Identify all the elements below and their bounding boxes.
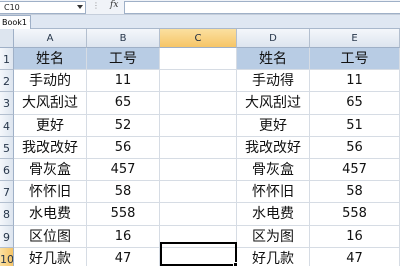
id-cell[interactable]: 11 xyxy=(310,70,400,93)
row-header-7[interactable]: 7 xyxy=(0,181,14,204)
row-header-8[interactable]: 8 xyxy=(0,203,14,226)
column-header-e[interactable]: E xyxy=(310,29,400,48)
empty-cell[interactable] xyxy=(160,70,237,93)
name-cell[interactable]: 骨灰盒 xyxy=(237,159,310,182)
column-header-a[interactable]: A xyxy=(14,29,87,48)
id-cell[interactable]: 51 xyxy=(310,114,400,137)
empty-cell[interactable] xyxy=(160,159,237,182)
name-cell[interactable]: 好几款 xyxy=(14,247,87,266)
name-box-value: C10 xyxy=(4,3,20,12)
row-header-3[interactable]: 3 xyxy=(0,92,14,115)
empty-cell[interactable] xyxy=(160,136,237,159)
id-cell[interactable]: 58 xyxy=(310,181,400,204)
name-cell[interactable]: 好几款 xyxy=(237,247,310,266)
row-header-4[interactable]: 4 xyxy=(0,114,14,137)
name-cell[interactable]: 怀怀旧 xyxy=(14,181,87,204)
name-cell[interactable]: 更好 xyxy=(237,114,310,137)
id-cell[interactable]: 58 xyxy=(87,181,160,204)
id-cell[interactable]: 56 xyxy=(87,136,160,159)
id-cell[interactable]: 558 xyxy=(87,203,160,226)
header-cell[interactable]: 姓名 xyxy=(14,48,87,71)
workbook-tab[interactable]: Book1 * xyxy=(0,15,31,29)
formula-input[interactable] xyxy=(124,1,400,14)
id-cell[interactable]: 16 xyxy=(87,225,160,248)
name-cell[interactable]: 更好 xyxy=(14,114,87,137)
empty-cell[interactable] xyxy=(160,114,237,137)
column-header-d[interactable]: D xyxy=(237,29,310,48)
name-cell[interactable]: 我改改好 xyxy=(237,136,310,159)
select-all-corner[interactable] xyxy=(0,29,14,48)
header-cell[interactable]: 姓名 xyxy=(237,48,310,71)
name-cell[interactable]: 手动的 xyxy=(14,70,87,93)
row-header-1[interactable]: 1 xyxy=(0,48,14,71)
row-header-6[interactable]: 6 xyxy=(0,159,14,182)
name-cell[interactable]: 水电费 xyxy=(14,203,87,226)
fill-handle[interactable] xyxy=(233,262,238,266)
id-cell[interactable]: 56 xyxy=(310,136,400,159)
active-cell-selection[interactable] xyxy=(160,242,237,266)
id-cell[interactable]: 457 xyxy=(87,159,160,182)
spreadsheet-grid: ABCDE 1 2 3 4 5 6 7 8 9 10 姓名 工号 手动的 11 大风刮过 65 更好 52 我改改… xyxy=(0,29,400,266)
name-cell[interactable]: 骨灰盒 xyxy=(14,159,87,182)
name-cell[interactable]: 区为图 xyxy=(237,225,310,248)
id-cell[interactable]: 558 xyxy=(310,203,400,226)
name-cell[interactable]: 大风刮过 xyxy=(14,92,87,115)
formula-bar: C10 ⋮ fx xyxy=(0,0,400,15)
workbook-tab-strip: Book1 * xyxy=(0,15,400,29)
id-cell[interactable]: 457 xyxy=(310,159,400,182)
insert-function-icon[interactable]: fx xyxy=(110,0,118,10)
name-cell[interactable]: 我改改好 xyxy=(14,136,87,159)
name-cell[interactable]: 区位图 xyxy=(14,225,87,248)
id-cell[interactable]: 11 xyxy=(87,70,160,93)
empty-cell[interactable] xyxy=(160,48,237,71)
empty-cell[interactable] xyxy=(160,92,237,115)
header-cell[interactable]: 工号 xyxy=(310,48,400,71)
header-cell[interactable]: 工号 xyxy=(87,48,160,71)
id-cell[interactable]: 65 xyxy=(87,92,160,115)
name-cell[interactable]: 手动得 xyxy=(237,70,310,93)
row-header-2[interactable]: 2 xyxy=(0,70,14,93)
name-cell[interactable]: 水电费 xyxy=(237,203,310,226)
column-header-c[interactable]: C xyxy=(160,29,237,48)
id-cell[interactable]: 16 xyxy=(310,225,400,248)
row-header-9[interactable]: 9 xyxy=(0,225,14,248)
name-cell[interactable]: 怀怀旧 xyxy=(237,181,310,204)
empty-cell[interactable] xyxy=(160,203,237,226)
formula-bar-grip-icon: ⋮ xyxy=(92,1,100,10)
id-cell[interactable]: 47 xyxy=(310,247,400,266)
row-header-5[interactable]: 5 xyxy=(0,136,14,159)
empty-cell[interactable] xyxy=(160,181,237,204)
column-header-b[interactable]: B xyxy=(87,29,160,48)
name-box[interactable]: C10 xyxy=(0,1,86,14)
id-cell[interactable]: 47 xyxy=(87,247,160,266)
id-cell[interactable]: 65 xyxy=(310,92,400,115)
id-cell[interactable]: 52 xyxy=(87,114,160,137)
chevron-down-icon[interactable] xyxy=(77,5,83,9)
row-header-10[interactable]: 10 xyxy=(0,247,14,266)
name-cell[interactable]: 大风刮过 xyxy=(237,92,310,115)
